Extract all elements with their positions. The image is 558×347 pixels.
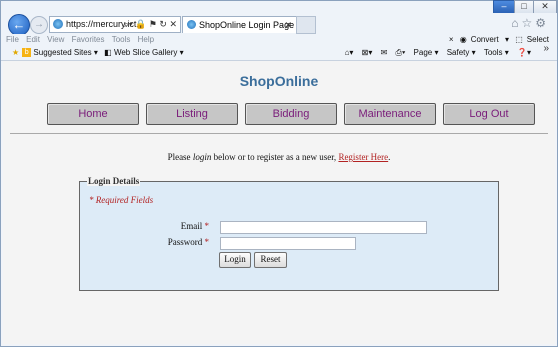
tab-close-icon[interactable]: ✕ (284, 17, 292, 33)
forward-arrow-icon: → (34, 19, 44, 30)
login-button[interactable]: Login (219, 252, 251, 268)
menu-view[interactable]: View (47, 35, 64, 44)
help-icon[interactable]: ❓▾ (517, 48, 531, 57)
menu-close-icon[interactable]: × (449, 35, 454, 44)
back-arrow-icon: ← (12, 17, 26, 32)
web-slice-gallery-link[interactable]: Web Slice Gallery ▾ (114, 48, 184, 57)
web-slice-icon: ◧ (104, 48, 112, 57)
email-required-star: * (204, 221, 210, 231)
password-field[interactable] (220, 237, 356, 250)
mail-icon[interactable]: ✉ (381, 48, 388, 57)
bing-icon: b (22, 48, 32, 58)
settings-gear-icon[interactable]: ⚙ (535, 16, 549, 30)
email-field[interactable] (220, 221, 427, 234)
password-label-text: Password (167, 237, 205, 247)
convert-dropdown-icon[interactable]: ▾ (505, 35, 509, 44)
intro-before: Please (167, 152, 193, 162)
menu-bar: File Edit View Favorites Tools Help × ◉ C… (1, 34, 557, 46)
nav-maintenance-button[interactable]: Maintenance (344, 103, 436, 125)
feeds-icon[interactable]: ⊠▾ (362, 48, 373, 57)
required-fields-note: * Required Fields (89, 195, 154, 205)
print-icon[interactable]: ⎙▾ (396, 48, 406, 57)
address-tools-icons[interactable]: ⌕▾ 🔒 ⚑ ↻ ✕ (124, 17, 177, 32)
page-content: ShopOnline Home Listing Bidding Maintena… (3, 61, 555, 344)
select-icon: ⬚ (515, 35, 523, 44)
browser-window: – □ ✕ ← → https://mercury.ict. ⌕▾ 🔒 ⚑ ↻ … (0, 0, 558, 347)
tools-menu[interactable]: Tools ▾ (484, 48, 509, 57)
tab-shoponline-login[interactable]: ShopOnline Login Page ✕ (182, 16, 297, 33)
tab-title: ShopOnline Login Page (199, 20, 295, 30)
intro-login-word: login (192, 152, 212, 162)
home-icon[interactable]: ⌂ (511, 16, 521, 30)
close-window-button[interactable]: ✕ (533, 0, 557, 14)
new-tab-button[interactable] (296, 16, 316, 34)
command-bar: ⌂▾ ⊠▾ ✉ ⎙▾ Page ▾ Safety ▾ Tools ▾ ❓▾ (339, 46, 531, 60)
nav-bidding-button[interactable]: Bidding (245, 103, 337, 125)
divider (10, 133, 548, 134)
menu-help[interactable]: Help (138, 35, 154, 44)
toolbar-icons: ⌂☆⚙ (511, 16, 549, 30)
suggested-sites-link[interactable]: Suggested Sites ▾ (33, 48, 98, 57)
menu-right-group: × ◉ Convert ▾ ⬚ Select (445, 34, 549, 46)
convert-button[interactable]: Convert (471, 35, 499, 44)
site-globe-icon (53, 19, 63, 29)
status-area (3, 336, 555, 344)
favorites-icon[interactable]: ★ (12, 48, 19, 57)
tab-globe-icon (187, 20, 196, 29)
login-legend: Login Details (87, 176, 141, 186)
intro-after: below or to register as a new user, (211, 152, 339, 162)
menu-tools[interactable]: Tools (112, 35, 131, 44)
chevron-more-icon[interactable]: » (543, 42, 549, 56)
favorites-star-icon[interactable]: ☆ (521, 16, 535, 30)
nav-home-button[interactable]: Home (47, 103, 139, 125)
menu-favorites[interactable]: Favorites (72, 35, 105, 44)
email-label: Email * (77, 221, 209, 231)
favorites-bar: ★ b Suggested Sites ▾ ◧ Web Slice Gallery… (1, 43, 557, 61)
menu-edit[interactable]: Edit (26, 35, 40, 44)
site-title: ShopOnline (239, 73, 319, 89)
page-menu[interactable]: Page ▾ (414, 48, 439, 57)
nav-listing-button[interactable]: Listing (146, 103, 238, 125)
address-bar[interactable]: https://mercury.ict. ⌕▾ 🔒 ⚑ ↻ ✕ (49, 16, 181, 33)
login-intro: Please login below or to register as a n… (3, 152, 555, 162)
nav-logout-button[interactable]: Log Out (443, 103, 535, 125)
window-title-bar: – □ ✕ (1, 0, 557, 14)
back-button[interactable]: ← (8, 14, 30, 36)
convert-icon: ◉ (459, 35, 467, 44)
maximize-button[interactable]: □ (514, 0, 534, 14)
register-link[interactable]: Register Here (338, 152, 388, 162)
intro-end: . (388, 152, 391, 162)
password-label: Password * (77, 237, 209, 247)
address-row: ← → https://mercury.ict. ⌕▾ 🔒 ⚑ ↻ ✕ Shop… (1, 13, 557, 36)
forward-button[interactable]: → (30, 16, 48, 34)
menu-file[interactable]: File (6, 35, 19, 44)
reset-button[interactable]: Reset (254, 252, 287, 268)
email-label-text: Email (180, 221, 205, 231)
minimize-button[interactable]: – (493, 0, 515, 14)
safety-menu[interactable]: Safety ▾ (447, 48, 476, 57)
home-cmd-icon[interactable]: ⌂▾ (345, 48, 354, 57)
password-required-star: * (204, 237, 210, 247)
